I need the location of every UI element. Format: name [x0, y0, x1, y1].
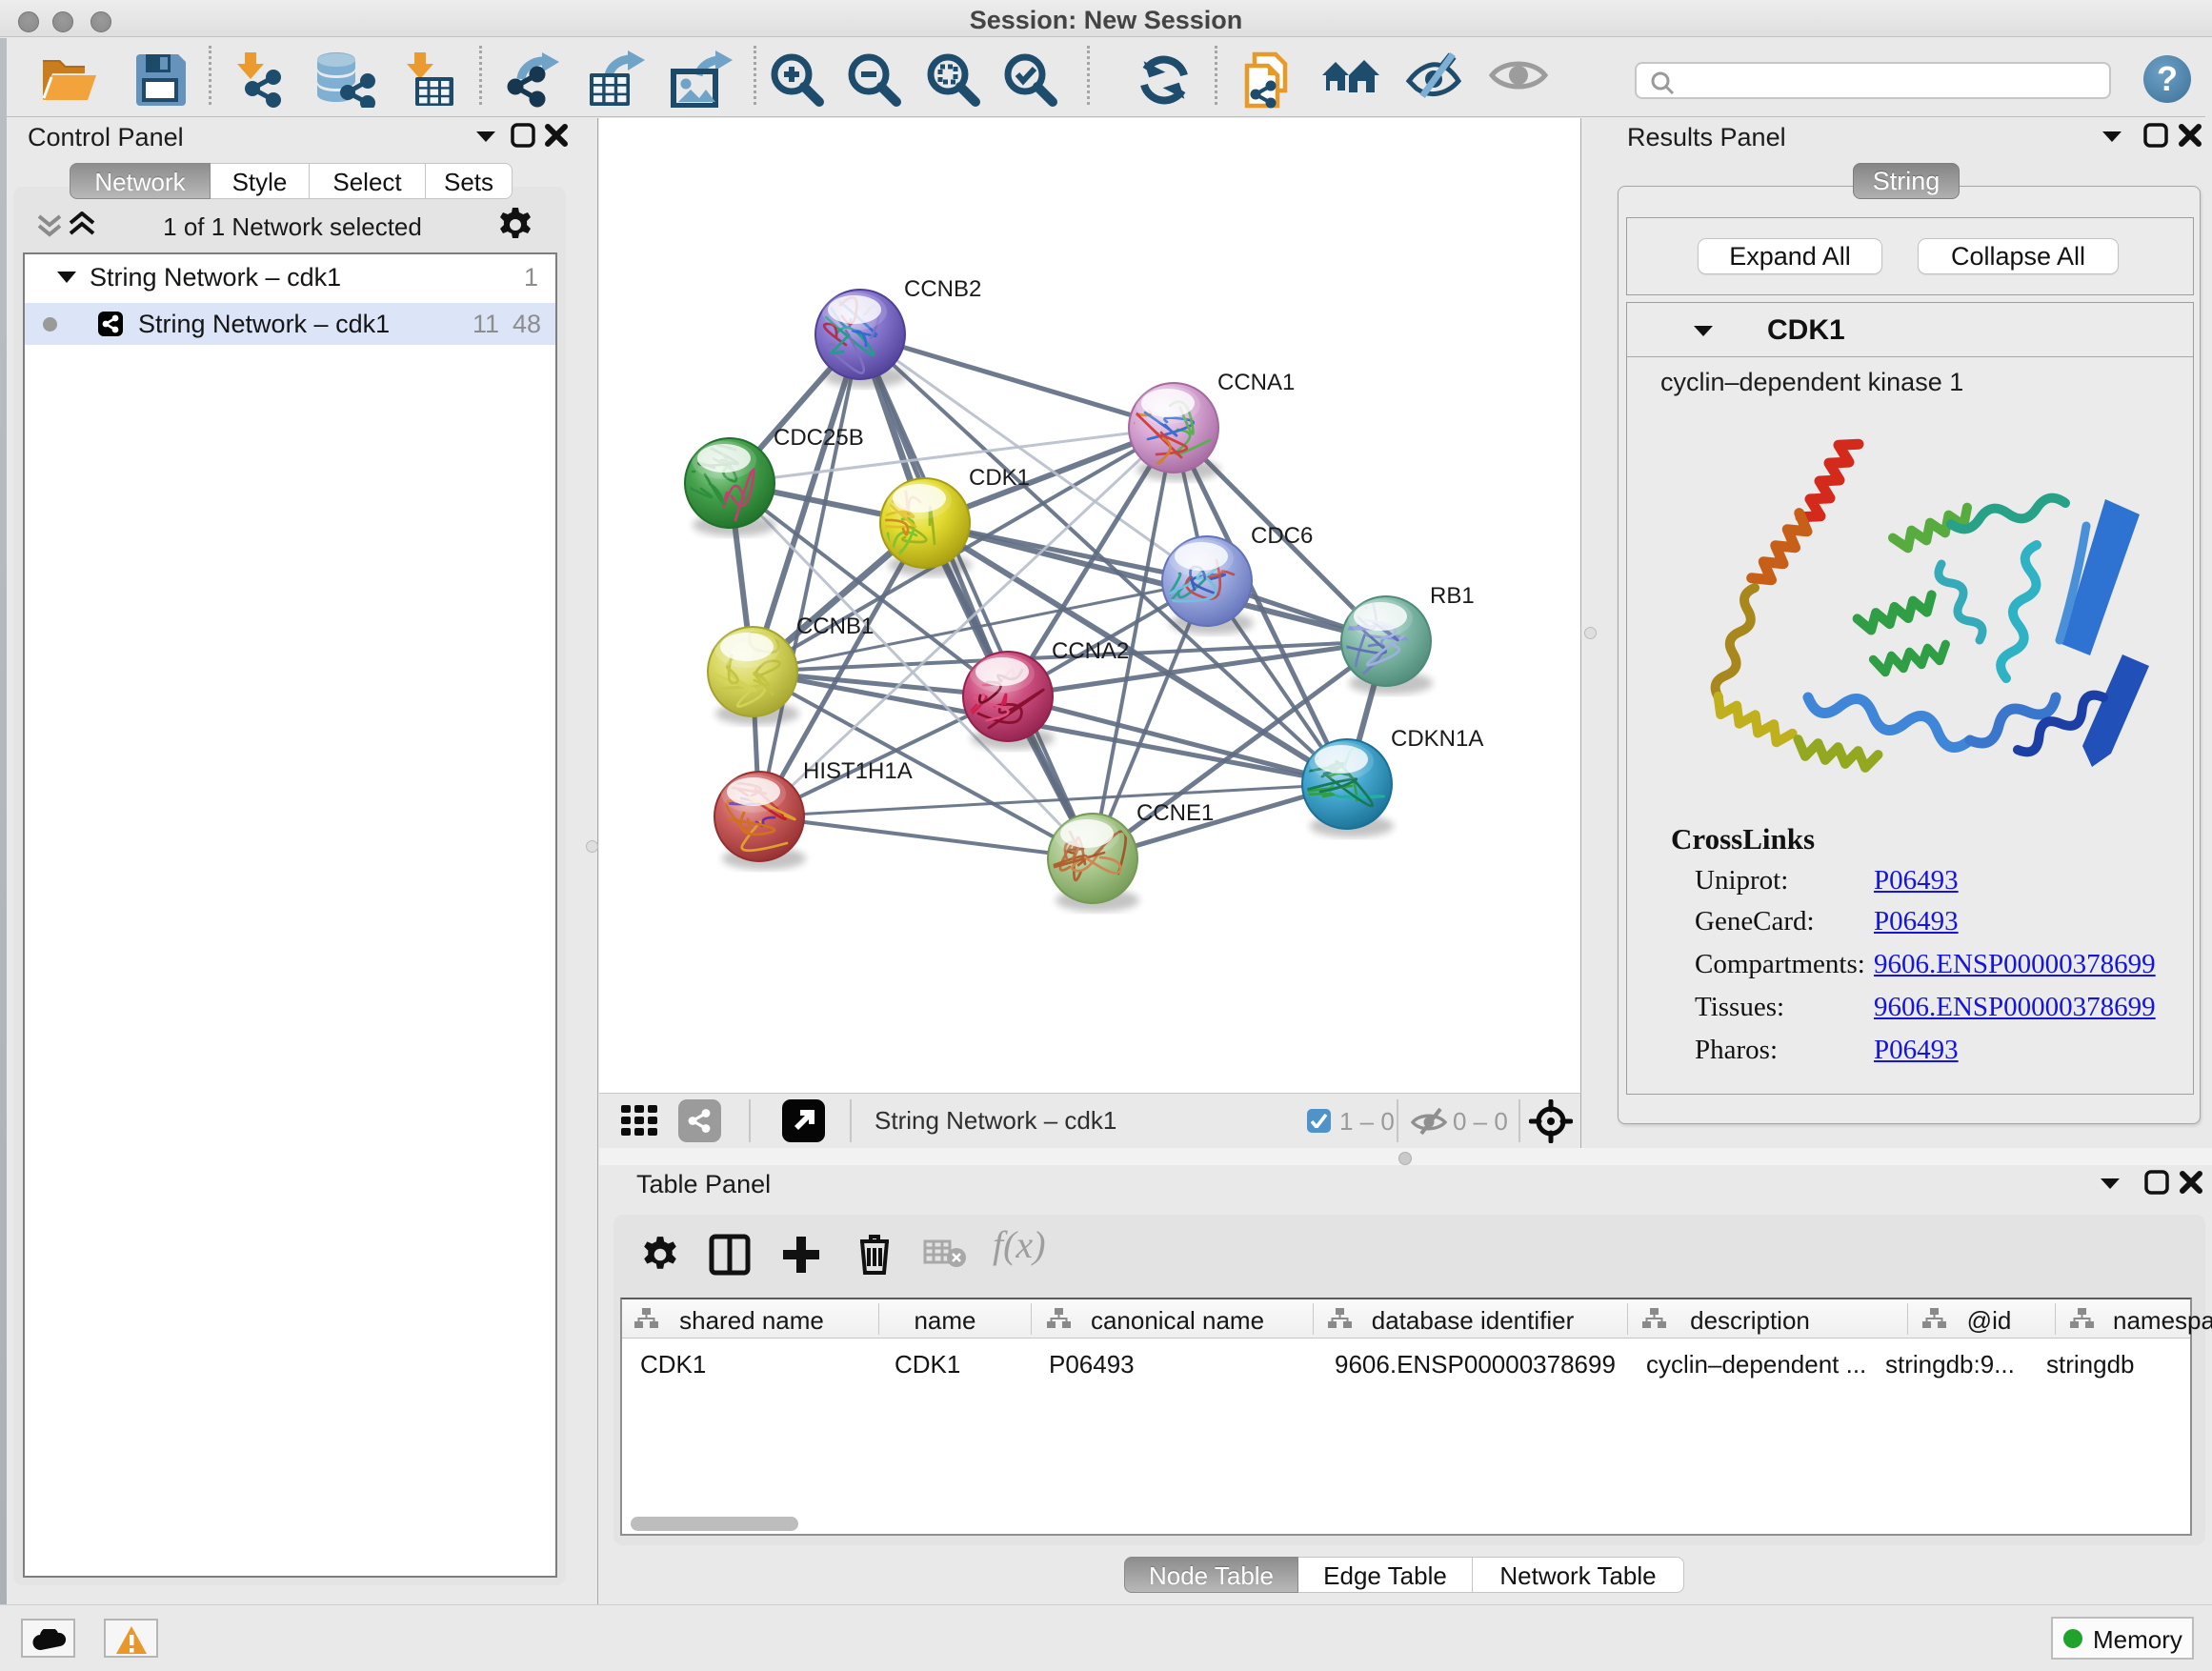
- svg-text:CCNA2: CCNA2: [1052, 638, 1129, 664]
- svg-text:CCNB2: CCNB2: [904, 276, 981, 302]
- svg-text:RB1: RB1: [1430, 583, 1475, 609]
- svg-text:CDC25B: CDC25B: [774, 425, 864, 451]
- svg-text:CDK1: CDK1: [969, 465, 1030, 491]
- svg-text:CDKN1A: CDKN1A: [1391, 726, 1483, 752]
- svg-text:CCNA1: CCNA1: [1217, 370, 1295, 395]
- svg-text:CDC6: CDC6: [1251, 523, 1313, 549]
- svg-text:CCNB1: CCNB1: [796, 614, 874, 639]
- svg-text:CCNE1: CCNE1: [1136, 800, 1214, 826]
- svg-text:HIST1H1A: HIST1H1A: [803, 758, 913, 784]
